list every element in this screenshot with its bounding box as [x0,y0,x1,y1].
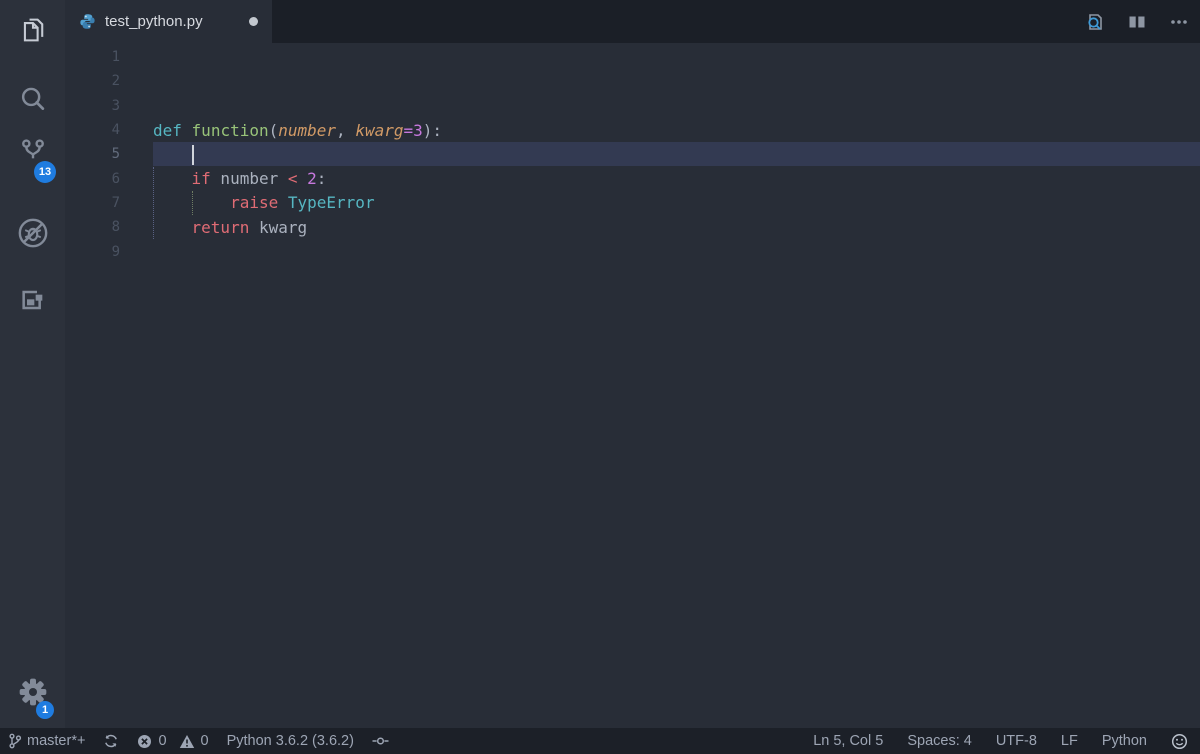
extensions-icon[interactable] [0,276,65,324]
scm-badge: 13 [34,161,56,183]
linter-status-button[interactable] [372,734,389,748]
eol-label: LF [1061,733,1078,749]
source-control-icon[interactable]: 13 [0,129,65,177]
code-text [153,94,1200,118]
line-number: 5 [65,146,120,162]
encoding-status[interactable]: UTF-8 [996,733,1037,749]
vscode-window: 13 [0,0,1200,754]
line-number: 6 [65,171,120,187]
line-number: 2 [65,73,120,89]
line-number: 3 [65,98,120,114]
code-line[interactable]: 2 [65,69,1200,93]
interpreter-label: Python 3.6.2 (3.6.2) [227,733,354,749]
status-left: master*+ 0 [8,733,389,749]
eol-status[interactable]: LF [1061,733,1078,749]
code-text [153,45,1200,69]
line-number: 1 [65,49,120,65]
activity-bar: 13 [0,0,65,728]
tab-title: test_python.py [105,13,203,30]
code-lines: 1 2 3 4 def function(number, kwarg=3): 5 6 if … [65,45,1200,264]
line-number: 9 [65,244,120,260]
preview-search-icon [1084,11,1106,33]
tab-bar: test_python.py [65,0,1200,43]
commit-icon [372,734,389,748]
open-preview-button[interactable] [1084,11,1106,33]
language-mode-status[interactable]: Python [1102,733,1147,749]
status-right: Ln 5, Col 5 Spaces: 4 UTF-8 LF Python [813,733,1188,750]
magnifier-icon [17,84,49,116]
code-editor[interactable]: 1 2 3 4 def function(number, kwarg=3): 5 6 if … [65,43,1200,728]
indentation-label: Spaces: 4 [907,733,972,749]
code-line[interactable]: 5 [65,142,1200,166]
split-editor-button[interactable] [1126,11,1148,33]
warning-count: 0 [201,733,209,749]
no-bug-icon [16,216,50,250]
git-branch-status[interactable]: master*+ [8,733,85,749]
feedback-button[interactable] [1171,733,1188,750]
code-line[interactable]: 8 return kwarg [65,215,1200,239]
settings-badge: 1 [36,701,54,719]
code-line[interactable]: 6 if number < 2: [65,166,1200,190]
code-text [153,142,1200,166]
files-icon [18,15,48,45]
encoding-label: UTF-8 [996,733,1037,749]
line-number: 8 [65,219,120,235]
tab-test-python[interactable]: test_python.py [65,0,272,43]
search-icon[interactable] [0,76,65,124]
language-label: Python [1102,733,1147,749]
code-text: if number < 2: [153,166,1200,190]
line-col-label: Ln 5, Col 5 [813,733,883,749]
code-line[interactable]: 1 [65,45,1200,69]
indentation-status[interactable]: Spaces: 4 [907,733,972,749]
git-branch-icon [8,733,22,749]
code-line[interactable]: 7 raise TypeError [65,191,1200,215]
settings-gear-icon[interactable]: 1 [0,668,65,716]
code-text: return kwarg [153,215,1200,239]
modified-dot-icon [249,17,258,26]
error-count: 0 [158,733,166,749]
cursor-position-status[interactable]: Ln 5, Col 5 [813,733,883,749]
code-line[interactable]: 3 [65,94,1200,118]
code-line[interactable]: 9 [65,239,1200,263]
sync-button[interactable] [103,733,119,749]
python-interpreter-status[interactable]: Python 3.6.2 (3.6.2) [227,733,354,749]
code-text [153,239,1200,263]
debug-icon[interactable] [0,209,65,257]
code-text [153,69,1200,93]
code-text: def function(number, kwarg=3): [153,118,1200,142]
python-file-icon [79,13,96,30]
editor-actions [1084,0,1190,43]
ellipsis-icon [1168,11,1190,33]
extensions-blocks-icon [17,284,49,316]
problems-status[interactable]: 0 0 [137,733,208,749]
line-number: 4 [65,122,120,138]
warning-icon [179,734,195,749]
code-line[interactable]: 4 def function(number, kwarg=3): [65,118,1200,142]
explorer-icon[interactable] [0,6,65,54]
line-number: 7 [65,195,120,211]
code-text: raise TypeError [153,191,1200,215]
sync-icon [103,733,119,749]
more-actions-button[interactable] [1168,11,1190,33]
split-editor-icon [1126,11,1148,33]
editor-group: test_python.py [65,0,1200,728]
branch-label: master*+ [27,733,85,749]
smiley-icon [1171,733,1188,750]
error-icon [137,734,152,749]
status-bar: master*+ 0 [0,728,1200,754]
